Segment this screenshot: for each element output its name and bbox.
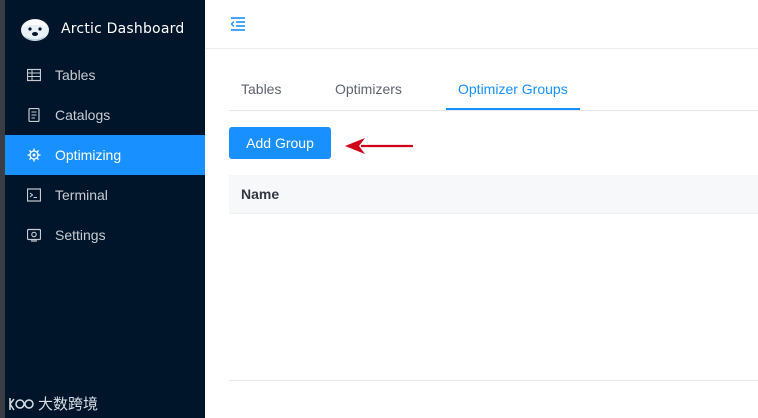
table-header: Name <box>229 175 758 214</box>
sidebar-item-terminal[interactable]: Terminal <box>5 175 205 215</box>
menu-fold-icon[interactable] <box>229 15 247 33</box>
watermark-logo-icon <box>9 397 34 410</box>
terminal-icon <box>27 188 41 202</box>
top-bar <box>205 0 758 49</box>
sidebar-item-catalogs[interactable]: Catalogs <box>5 95 205 135</box>
column-header-name[interactable]: Name <box>241 186 279 202</box>
brand: Arctic Dashboard <box>5 0 205 58</box>
sidebar-item-label: Optimizing <box>55 147 122 163</box>
watermark-text: 大数跨境 <box>38 395 99 413</box>
arctic-bear-logo-icon <box>21 19 49 41</box>
sidebar-item-label: Catalogs <box>55 107 111 123</box>
optimizing-gear-icon <box>27 148 41 162</box>
tab-optimizer-groups[interactable]: Optimizer Groups <box>458 81 568 97</box>
sidebar: Arctic Dashboard Tables Catalogs Optimiz… <box>5 0 205 418</box>
table-icon <box>27 68 41 82</box>
table-bottom-border <box>229 380 758 381</box>
catalog-icon <box>28 108 40 122</box>
tab-optimizers[interactable]: Optimizers <box>335 81 402 97</box>
settings-icon <box>27 228 41 242</box>
main-content: Tables Optimizers Optimizer Groups Add G… <box>205 0 758 418</box>
tab-bar: Tables Optimizers Optimizer Groups <box>229 66 758 111</box>
sidebar-item-tables[interactable]: Tables <box>5 55 205 95</box>
annotation-arrow-icon <box>345 138 413 154</box>
app-window: Arctic Dashboard Tables Catalogs Optimiz… <box>0 0 758 418</box>
tab-tables[interactable]: Tables <box>241 81 281 97</box>
sidebar-item-label: Tables <box>55 67 96 83</box>
sidebar-item-label: Terminal <box>55 187 108 203</box>
sidebar-item-settings[interactable]: Settings <box>5 215 205 255</box>
watermark: 大数跨境 <box>8 393 98 414</box>
add-group-button[interactable]: Add Group <box>229 127 331 159</box>
active-tab-indicator <box>446 108 580 110</box>
app-title: Arctic Dashboard <box>61 21 185 37</box>
sidebar-item-label: Settings <box>55 227 106 243</box>
sidebar-item-optimizing[interactable]: Optimizing <box>5 135 205 175</box>
